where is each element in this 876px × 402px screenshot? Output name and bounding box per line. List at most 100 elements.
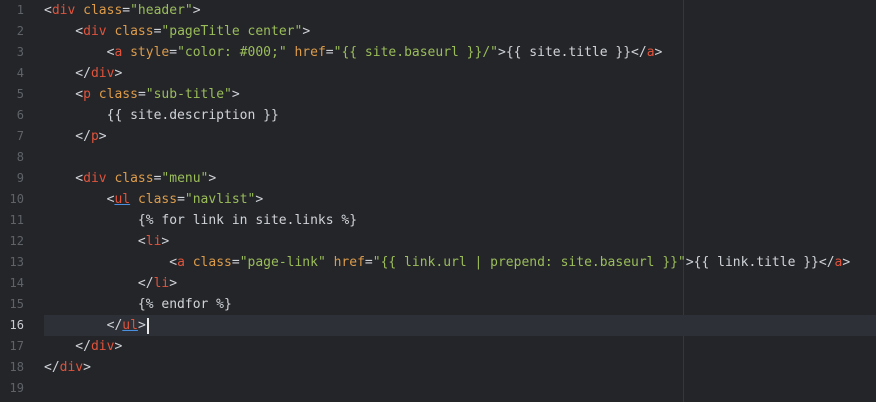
code-token: = (364, 255, 373, 270)
code-line[interactable]: 10 <ul class="navlist"> (0, 189, 876, 210)
code-token: class (98, 87, 138, 102)
code-token: p (90, 129, 99, 144)
code-line[interactable]: 3 <a style="color: #000;" href="{{ site.… (0, 42, 876, 63)
code-token: class (192, 255, 232, 270)
code-line[interactable]: 11 {% for link in site.links %} (0, 210, 876, 231)
code-token: < (44, 192, 115, 207)
code-token: "{{ site.baseurl }}/" (333, 45, 498, 60)
line-number: 1 (16, 3, 24, 17)
code-token: class (114, 24, 154, 39)
code-token: > (654, 45, 663, 60)
code-token: > (302, 24, 311, 39)
code-text[interactable]: <p class="sub-title"> (44, 84, 240, 105)
code-text[interactable]: <div class="header"> (44, 0, 201, 21)
code-token: </ (44, 66, 91, 81)
code-line[interactable]: 14 </li> (0, 273, 876, 294)
line-number: 19 (9, 381, 24, 395)
code-line[interactable]: 2 <div class="pageTitle center"> (0, 21, 876, 42)
code-token: > (208, 171, 217, 186)
code-token: class (137, 192, 178, 207)
code-token: < (44, 45, 115, 60)
code-text[interactable]: <div class="pageTitle center"> (44, 21, 310, 42)
code-text[interactable]: {% for link in site.links %} (44, 210, 357, 231)
code-token: > (98, 129, 107, 144)
code-line[interactable]: 18 </div> (0, 357, 876, 378)
code-token: = (325, 45, 334, 60)
code-token: {% for link in site.links %} (44, 213, 358, 228)
line-number: 5 (16, 87, 24, 101)
code-line[interactable]: 6 {{ site.description }} (0, 105, 876, 126)
code-text[interactable]: <li> (44, 231, 169, 252)
code-token: li (145, 234, 162, 249)
code-line[interactable]: 7 </p> (0, 126, 876, 147)
code-editor[interactable]: 1 <div class="header"> 2 <div class="pageT… (0, 0, 876, 402)
code-token: style (130, 45, 170, 60)
line-number: 16 (9, 318, 24, 332)
code-line[interactable]: 13 <a class="page-link" href="{{ link.ur… (0, 252, 876, 273)
code-text[interactable]: </p> (44, 126, 107, 147)
code-token: < (44, 87, 84, 102)
line-number: 12 (9, 234, 24, 248)
code-line[interactable]: 12 <li> (0, 231, 876, 252)
code-token: >{{ site.title }}</ (498, 45, 647, 60)
line-number: 8 (16, 150, 24, 164)
code-token: = (122, 3, 131, 18)
code-token: </ (44, 318, 123, 333)
line-number: 10 (9, 192, 24, 206)
code-line[interactable]: 5 <p class="sub-title"> (0, 84, 876, 105)
code-token: "{{ link.url | prepend: site.baseurl }}" (372, 255, 686, 270)
code-line[interactable]: 16 </ul> (0, 315, 876, 336)
line-number: 7 (16, 129, 24, 143)
line-number: 4 (16, 66, 24, 80)
code-token: div (83, 24, 107, 39)
code-token: {{ site.description }} (44, 108, 279, 123)
code-token: ul (114, 192, 131, 207)
code-line[interactable]: 1 <div class="header"> (0, 0, 876, 21)
code-token: < (44, 171, 84, 186)
code-token: "page-link" (239, 255, 326, 270)
code-token: div (51, 3, 76, 18)
code-token: "sub-title" (145, 87, 232, 102)
code-text[interactable]: </div> (44, 63, 122, 84)
code-text[interactable]: </div> (44, 357, 91, 378)
code-token: href (294, 45, 326, 60)
code-token: = (231, 255, 240, 270)
code-token: = (137, 87, 146, 102)
code-text[interactable]: {{ site.description }} (44, 105, 279, 126)
code-line[interactable]: 9 <div class="menu"> (0, 168, 876, 189)
code-text[interactable]: </div> (44, 336, 122, 357)
code-token: > (231, 87, 240, 102)
code-line[interactable]: 19 (0, 378, 876, 399)
code-line[interactable]: 4 </div> (0, 63, 876, 84)
code-text[interactable]: <div class="menu"> (44, 168, 216, 189)
line-number: 2 (16, 24, 24, 38)
code-line[interactable]: 17 </div> (0, 336, 876, 357)
code-token: </ (44, 129, 91, 144)
code-text[interactable]: <ul class="navlist"> (44, 189, 264, 210)
code-token: class (83, 3, 123, 18)
code-text[interactable]: <a style="color: #000;" href="{{ site.ba… (44, 42, 663, 63)
code-token: href (333, 255, 365, 270)
code-token: a (646, 45, 655, 60)
code-token: </ (44, 360, 60, 375)
code-token: > (169, 276, 178, 291)
code-token: </ (44, 276, 154, 291)
code-token: "pageTitle center" (161, 24, 303, 39)
code-token: = (169, 45, 178, 60)
code-token: "navlist" (184, 192, 256, 207)
code-text[interactable]: <a class="page-link" href="{{ link.url |… (44, 252, 850, 273)
code-token: > (161, 234, 170, 249)
code-text[interactable]: {% endfor %} (44, 294, 232, 315)
code-text[interactable]: </li> (44, 273, 177, 294)
code-text[interactable]: </ul> (44, 315, 149, 336)
text-cursor (146, 317, 149, 334)
line-number: 18 (9, 360, 24, 374)
code-token: >{{ link.title }}</ (685, 255, 835, 270)
code-line[interactable]: 15 {% endfor %} (0, 294, 876, 315)
code-line[interactable]: 8 (0, 147, 876, 168)
line-number: 15 (9, 297, 24, 311)
